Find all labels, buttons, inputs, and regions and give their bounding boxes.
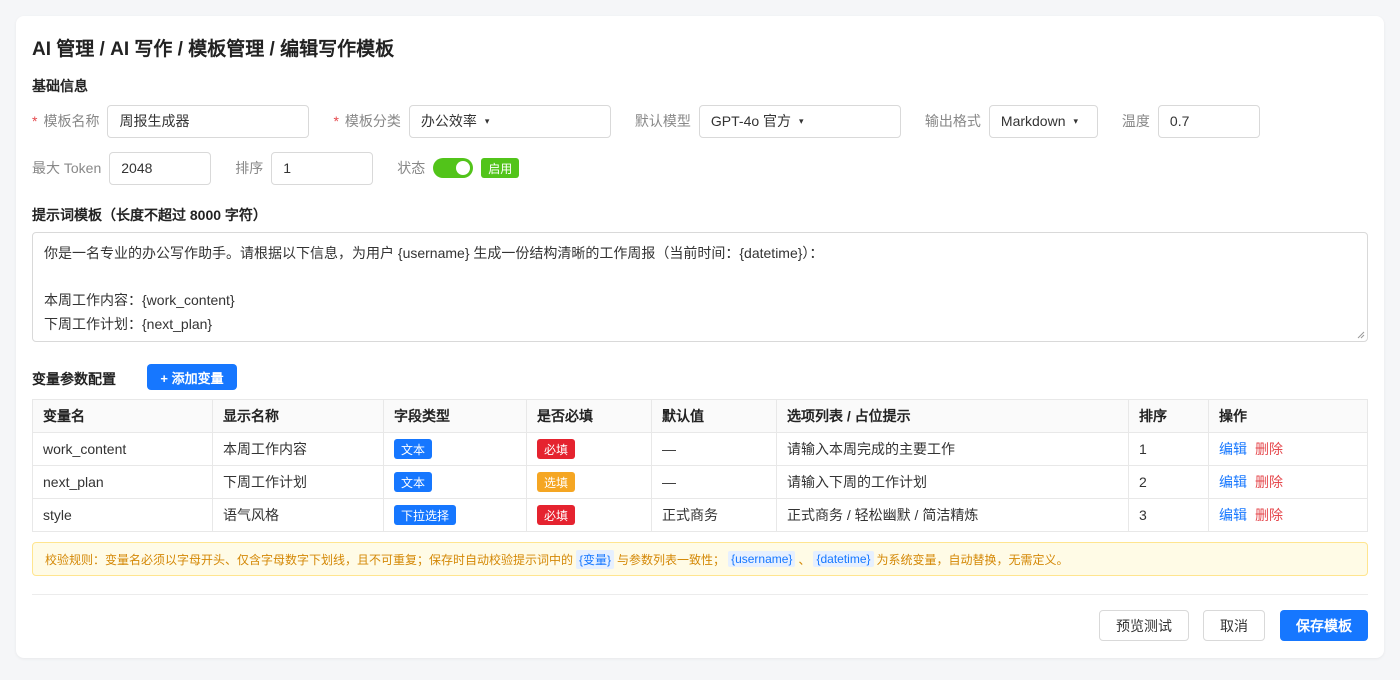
template-name-input[interactable]: 周报生成器 bbox=[107, 104, 310, 138]
toggle-knob bbox=[456, 161, 471, 175]
edit-template-card: AI 管理 / AI 写作 / 模板管理 / 编辑写作模板 基础信息 * 模板名… bbox=[16, 16, 1384, 658]
default-model-label: 默认模型 bbox=[634, 113, 691, 129]
notice-text: 校验规则：变量名必须以字母开头、仅含字母数字下划线，且不可重复；保存时自动校验提… bbox=[45, 552, 574, 567]
page-title: AI 管理 / AI 写作 / 模板管理 / 编辑写作模板 bbox=[32, 39, 395, 60]
var-display-name: 本周工作内容 bbox=[212, 432, 384, 466]
status-badge: 启用 bbox=[481, 158, 520, 178]
basic-row-1: * 模板名称 周报生成器 * 模板分类 办公效率 ▾ 默认模型 GPT-4o 官… bbox=[32, 104, 1260, 138]
var-display-name: 下周工作计划 bbox=[212, 465, 384, 499]
default-model-value: GPT-4o 官方 bbox=[710, 113, 792, 129]
col-header: 是否必填 bbox=[526, 399, 652, 433]
table-header-row: 变量名 显示名称 字段类型 是否必填 默认值 选项列表 / 占位提示 排序 操作 bbox=[32, 399, 1368, 433]
temperature-value: 0.7 bbox=[1169, 113, 1190, 129]
var-default: — bbox=[651, 432, 777, 466]
table-row: style 语气风格 下拉选择 必填 正式商务 正式商务 / 轻松幽默 / 简洁… bbox=[32, 498, 1368, 532]
col-header: 操作 bbox=[1208, 399, 1368, 433]
notice-code: {变量} bbox=[576, 549, 615, 569]
variables-table: 变量名 显示名称 字段类型 是否必填 默认值 选项列表 / 占位提示 排序 操作… bbox=[32, 399, 1368, 532]
max-token-input[interactable]: 2048 bbox=[109, 151, 212, 185]
footer-divider bbox=[32, 594, 1368, 595]
var-name: next_plan bbox=[32, 465, 213, 499]
chevron-down-icon: ▾ bbox=[484, 115, 490, 126]
var-sort: 3 bbox=[1128, 498, 1209, 532]
status-toggle[interactable] bbox=[433, 158, 474, 178]
table-row: next_plan 下周工作计划 文本 选填 — 请输入下周的工作计划 2 编辑… bbox=[32, 465, 1368, 499]
max-token-value: 2048 bbox=[121, 160, 153, 176]
var-sort: 1 bbox=[1128, 432, 1209, 466]
template-category-value: 办公效率 bbox=[420, 113, 477, 129]
save-template-button[interactable]: 保存模板 bbox=[1280, 610, 1368, 641]
delete-link[interactable]: 删除 bbox=[1255, 441, 1283, 457]
required-badge: 选填 bbox=[537, 472, 576, 492]
template-name-label: 模板名称 bbox=[43, 113, 100, 129]
prompt-template-title: 提示词模板（长度不超过 8000 字符） bbox=[32, 207, 267, 223]
var-name: work_content bbox=[32, 432, 213, 466]
basic-info-title: 基础信息 bbox=[32, 78, 88, 94]
prompt-template-textarea[interactable]: 你是一名专业的办公写作助手。请根据以下信息，为用户 {username} 生成一… bbox=[32, 232, 1368, 342]
default-model-select[interactable]: GPT-4o 官方 ▾ bbox=[698, 104, 901, 138]
temperature-input[interactable]: 0.7 bbox=[1157, 104, 1260, 138]
col-header: 选项列表 / 占位提示 bbox=[776, 399, 1129, 433]
status-label: 状态 bbox=[397, 160, 426, 176]
prompt-line: 本周工作内容：{work_content} bbox=[44, 292, 235, 308]
output-format-label: 输出格式 bbox=[924, 113, 981, 129]
temperature-label: 温度 bbox=[1121, 113, 1150, 129]
col-header: 字段类型 bbox=[383, 399, 527, 433]
validation-notice: 校验规则：变量名必须以字母开头、仅含字母数字下划线，且不可重复；保存时自动校验提… bbox=[32, 542, 1368, 576]
notice-text: 与参数列表一致性； bbox=[617, 552, 726, 567]
col-header: 排序 bbox=[1128, 399, 1209, 433]
add-variable-button[interactable]: + 添加变量 bbox=[147, 364, 237, 390]
required-mark: * bbox=[32, 113, 38, 129]
prompt-line bbox=[44, 266, 1356, 290]
required-badge: 必填 bbox=[537, 505, 576, 525]
col-header: 显示名称 bbox=[212, 399, 384, 433]
delete-link[interactable]: 删除 bbox=[1255, 507, 1283, 523]
notice-code: {datetime} bbox=[813, 551, 874, 567]
chevron-down-icon: ▾ bbox=[1073, 115, 1079, 126]
cancel-button[interactable]: 取消 bbox=[1203, 610, 1265, 641]
required-mark: * bbox=[333, 113, 339, 129]
var-sort: 2 bbox=[1128, 465, 1209, 499]
var-display-name: 语气风格 bbox=[212, 498, 384, 532]
variables-title: 变量参数配置 bbox=[32, 371, 116, 387]
notice-code: {username} bbox=[728, 551, 796, 567]
edit-link[interactable]: 编辑 bbox=[1219, 441, 1247, 457]
var-options: 请输入下周的工作计划 bbox=[776, 465, 1129, 499]
chevron-down-icon: ▾ bbox=[799, 115, 804, 126]
preview-test-button[interactable]: 预览测试 bbox=[1099, 610, 1189, 641]
sort-value: 1 bbox=[283, 160, 292, 176]
output-format-value: Markdown bbox=[1000, 113, 1066, 129]
col-header: 变量名 bbox=[32, 399, 213, 433]
table-row: work_content 本周工作内容 文本 必填 — 请输入本周完成的主要工作… bbox=[32, 432, 1368, 466]
sort-input[interactable]: 1 bbox=[271, 151, 374, 185]
field-type-badge: 文本 bbox=[394, 472, 433, 492]
col-header: 默认值 bbox=[651, 399, 777, 433]
var-default: 正式商务 bbox=[651, 498, 777, 532]
edit-link[interactable]: 编辑 bbox=[1219, 507, 1247, 523]
prompt-line: 下周工作计划：{next_plan} bbox=[44, 315, 213, 332]
var-name: style bbox=[32, 498, 213, 532]
var-default: — bbox=[651, 465, 777, 499]
var-options: 请输入本周完成的主要工作 bbox=[776, 432, 1129, 466]
sort-label: 排序 bbox=[235, 160, 264, 176]
basic-row-2: 最大 Token 2048 排序 1 状态 启用 bbox=[32, 151, 520, 185]
resize-handle-icon[interactable] bbox=[1357, 331, 1365, 339]
field-type-badge: 文本 bbox=[394, 439, 433, 459]
var-options: 正式商务 / 轻松幽默 / 简洁精炼 bbox=[776, 498, 1129, 532]
delete-link[interactable]: 删除 bbox=[1255, 474, 1283, 490]
notice-text: 、 bbox=[798, 552, 811, 567]
output-format-select[interactable]: Markdown ▾ bbox=[988, 104, 1098, 138]
template-category-select[interactable]: 办公效率 ▾ bbox=[408, 104, 611, 138]
field-type-badge: 下拉选择 bbox=[394, 505, 457, 525]
edit-link[interactable]: 编辑 bbox=[1219, 474, 1247, 490]
required-badge: 必填 bbox=[537, 439, 576, 459]
template-category-label: 模板分类 bbox=[344, 113, 401, 129]
template-name-value: 周报生成器 bbox=[119, 113, 190, 129]
max-token-label: 最大 Token bbox=[32, 160, 102, 176]
prompt-line: 你是一名专业的办公写作助手。请根据以下信息，为用户 {username} 生成一… bbox=[44, 245, 824, 261]
notice-text: 为系统变量，自动替换，无需定义。 bbox=[876, 552, 1069, 567]
